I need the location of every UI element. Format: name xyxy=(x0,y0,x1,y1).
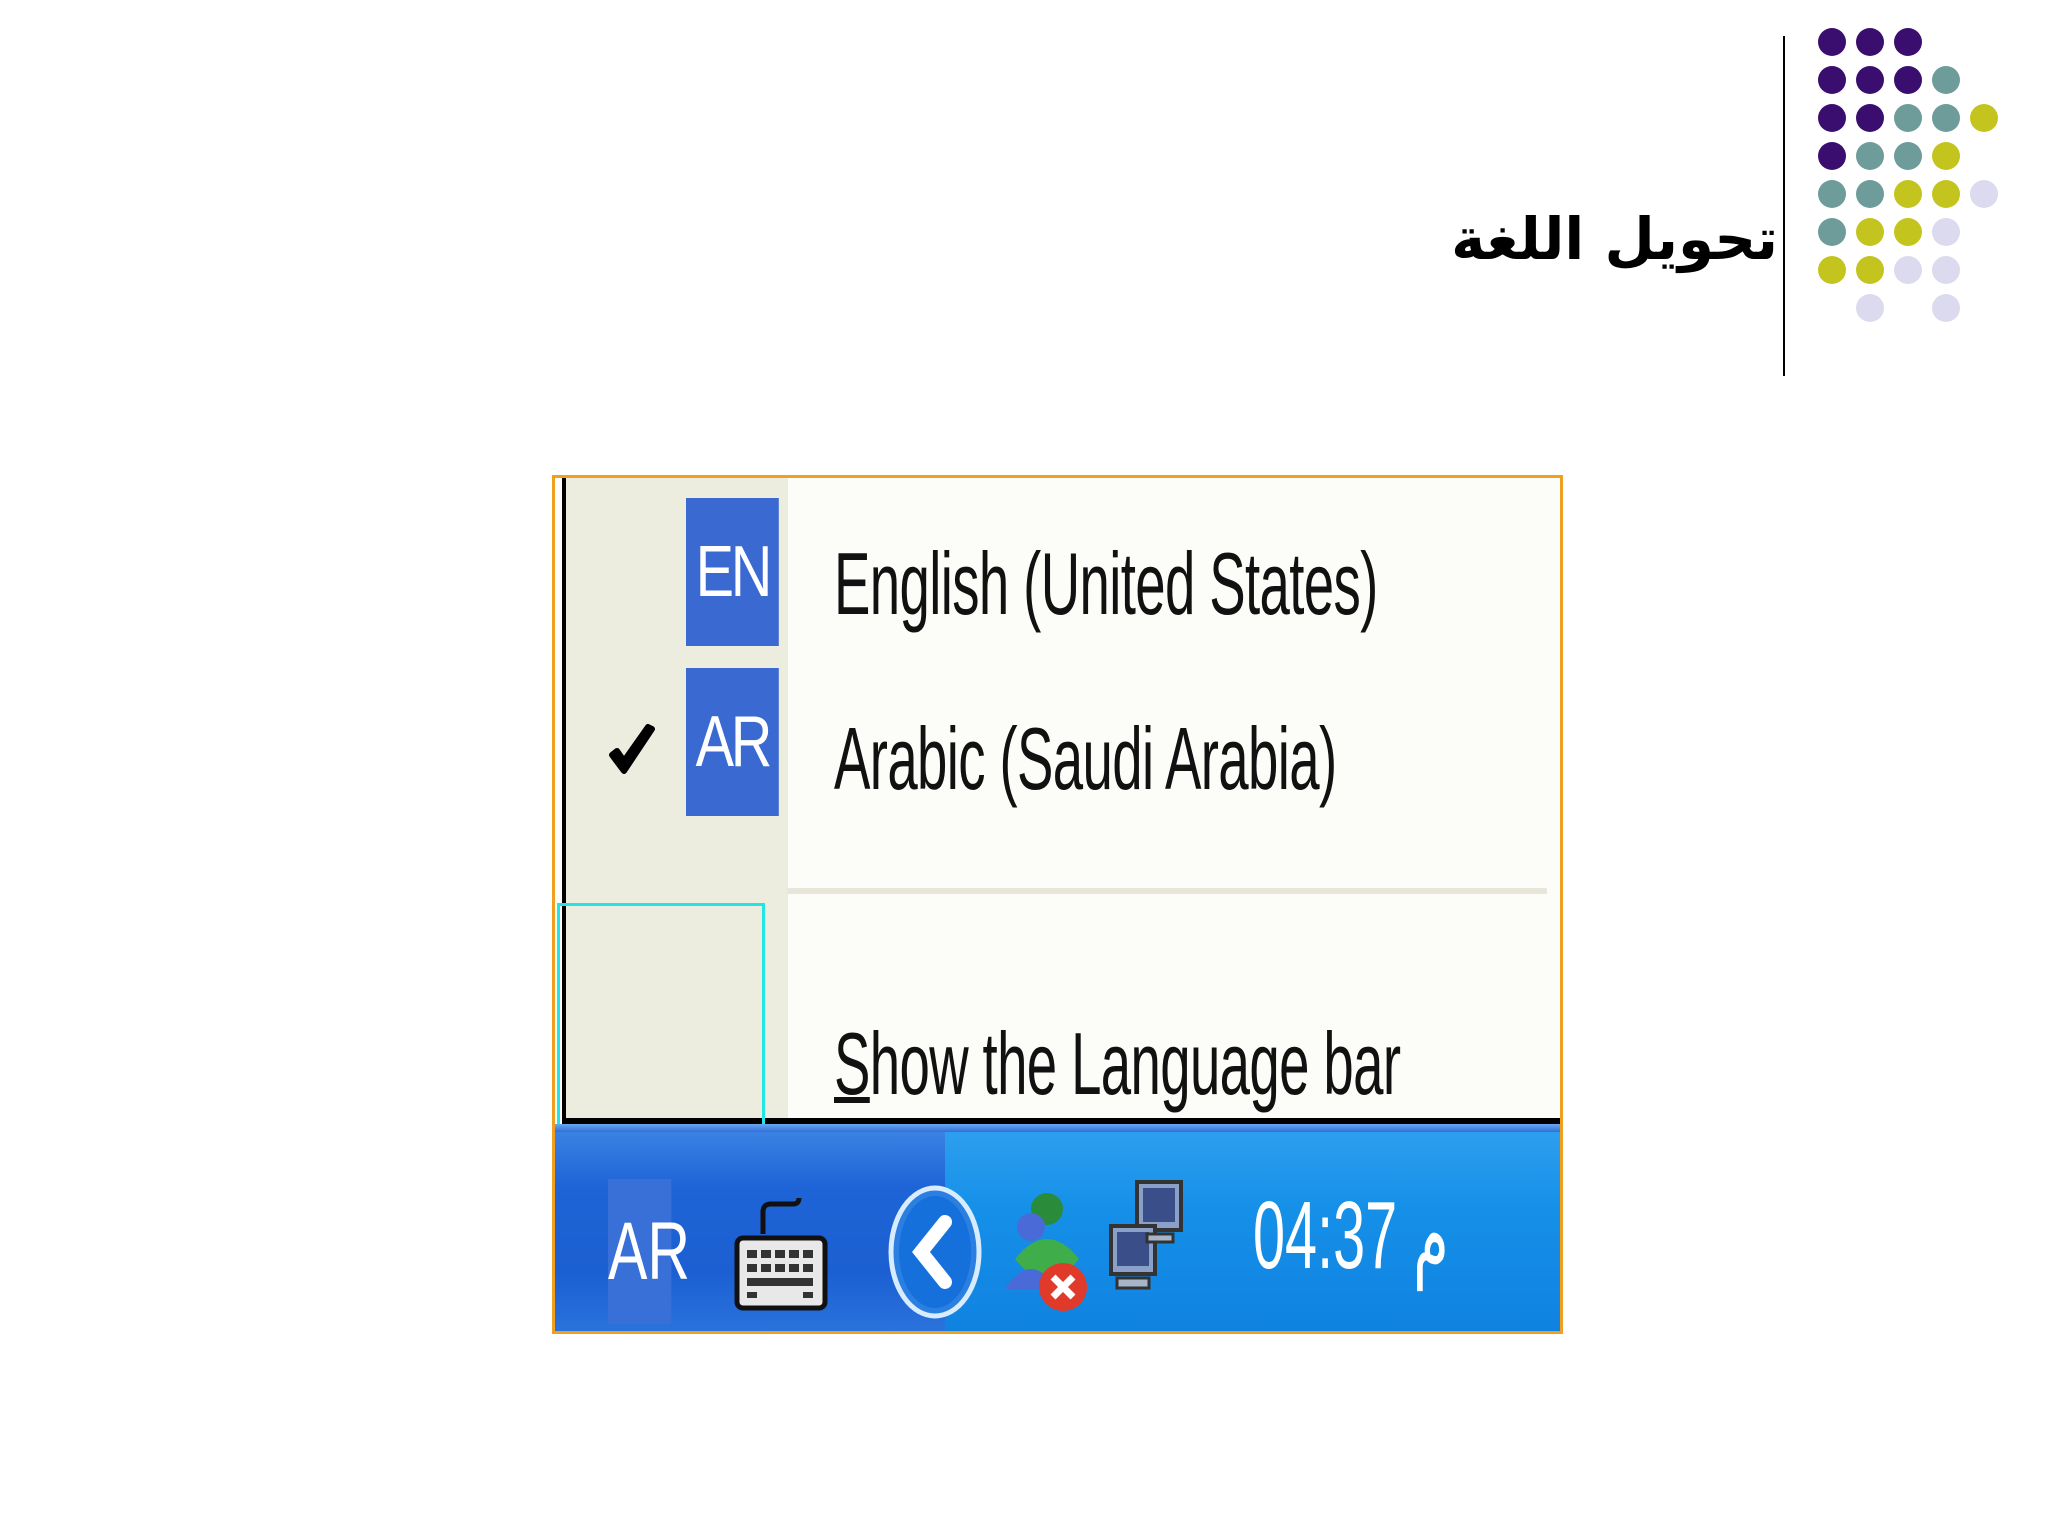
screenshot-frame: EN English (United States) AR Arabic (Sa… xyxy=(552,475,1563,1334)
en-language-badge: EN xyxy=(686,498,779,646)
menu-label-rest: how the Language bar xyxy=(869,1014,1401,1113)
decorative-dot xyxy=(1894,104,1922,132)
decorative-dot xyxy=(1818,28,1846,56)
decorative-dot xyxy=(1932,256,1960,284)
decorative-dot xyxy=(1970,104,1998,132)
menu-mnemonic: S xyxy=(834,1014,870,1113)
decorative-dot xyxy=(1932,104,1960,132)
decorative-dot xyxy=(1932,218,1960,246)
decorative-dot xyxy=(1894,142,1922,170)
decorative-dot xyxy=(1856,294,1884,322)
language-indicator-button[interactable]: AR xyxy=(608,1179,690,1324)
decorative-dot xyxy=(1970,180,1998,208)
menu-item-arabic-label: Arabic (Saudi Arabia) xyxy=(834,709,1337,808)
keyboard-icon[interactable] xyxy=(733,1194,829,1314)
menu-item-show-language-bar-label: Show the Language bar xyxy=(834,1013,1401,1115)
messenger-status-icon[interactable] xyxy=(995,1179,1095,1324)
decorative-dot xyxy=(1894,256,1922,284)
decorative-dot xyxy=(1932,294,1960,322)
network-icon[interactable] xyxy=(1103,1174,1193,1314)
decorative-dot xyxy=(1856,180,1884,208)
decorative-dot xyxy=(1856,28,1884,56)
decorative-dot xyxy=(1818,104,1846,132)
slide-title: تحويل اللغة xyxy=(1451,205,1778,273)
decorative-dot xyxy=(1932,180,1960,208)
taskbar: AR 04:37 م xyxy=(555,1124,1560,1331)
taskbar-top-edge xyxy=(555,1124,1560,1132)
decorative-dot-grid xyxy=(1818,28,2018,328)
decorative-dot xyxy=(1818,256,1846,284)
decorative-dot xyxy=(1856,66,1884,94)
title-divider xyxy=(1783,36,1785,376)
decorative-dot xyxy=(1818,66,1846,94)
decorative-dot xyxy=(1856,218,1884,246)
decorative-dot xyxy=(1818,180,1846,208)
taskbar-clock[interactable]: 04:37 م xyxy=(1253,1179,1449,1291)
decorative-dot xyxy=(1894,180,1922,208)
decorative-dot xyxy=(1856,142,1884,170)
decorative-dot xyxy=(1856,104,1884,132)
annotation-highlight-box xyxy=(557,903,765,1160)
ar-language-badge: AR xyxy=(686,668,779,816)
decorative-dot xyxy=(1856,256,1884,284)
menu-item-english[interactable]: EN English (United States) xyxy=(566,478,1556,646)
checkmark-icon xyxy=(609,724,655,774)
decorative-dot xyxy=(1818,218,1846,246)
menu-separator xyxy=(787,888,1547,894)
menu-item-arabic[interactable]: AR Arabic (Saudi Arabia) xyxy=(566,668,1556,818)
decorative-dot xyxy=(1932,66,1960,94)
decorative-dot xyxy=(1894,218,1922,246)
decorative-dot xyxy=(1894,28,1922,56)
decorative-dot xyxy=(1818,142,1846,170)
menu-item-english-label: English (United States) xyxy=(834,534,1378,633)
show-hidden-icons-chevron-icon[interactable] xyxy=(885,1184,985,1319)
decorative-dot xyxy=(1894,66,1922,94)
decorative-dot xyxy=(1932,142,1960,170)
